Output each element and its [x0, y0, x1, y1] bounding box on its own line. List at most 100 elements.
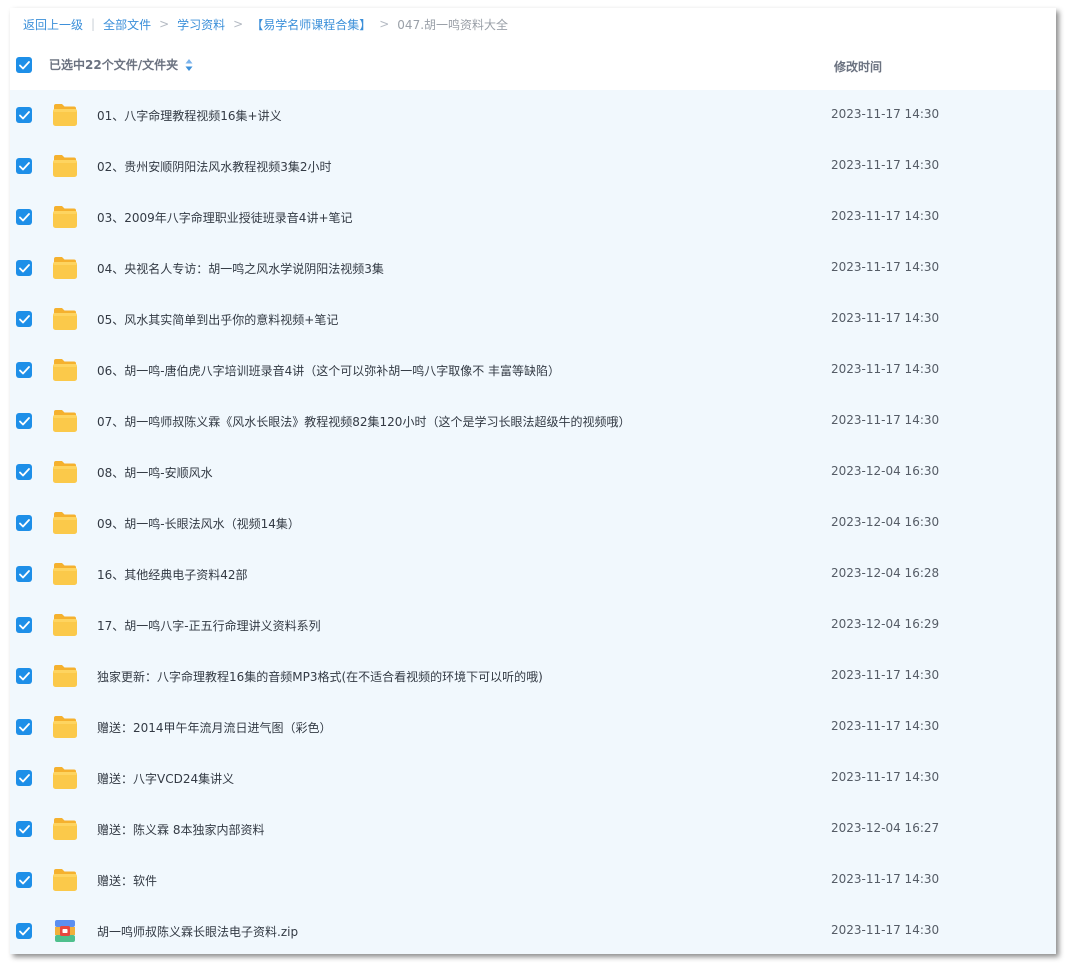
- file-browser-panel: 返回上一级 | 全部文件 > 学习资料 > 【易学名师课程合集】 > 047.胡…: [10, 8, 1056, 954]
- file-modified-time: 2023-11-17 14:30: [831, 872, 940, 886]
- row-checkbox[interactable]: [16, 107, 32, 123]
- file-row[interactable]: 07、胡一鸣师叔陈义霖《风水长眼法》教程视频82集120小时（这个是学习长眼法超…: [10, 396, 1056, 447]
- file-row[interactable]: 06、胡一鸣-唐伯虎八字培训班录音4讲（这个可以弥补胡一鸣八字取像不 丰富等缺陷…: [10, 345, 1056, 396]
- row-checkbox[interactable]: [16, 770, 32, 786]
- checkmark-icon: [18, 416, 30, 425]
- checkmark-icon: [18, 110, 30, 119]
- file-row[interactable]: 胡一鸣师叔陈义霖长眼法电子资料.zip 2023-11-17 14:30: [10, 906, 1056, 954]
- breadcrumb-study[interactable]: 学习资料: [177, 16, 225, 33]
- file-row[interactable]: 赠送：陈义霖 8本独家内部资料 2023-12-04 16:27: [10, 804, 1056, 855]
- row-checkbox[interactable]: [16, 566, 32, 582]
- row-checkbox[interactable]: [16, 311, 32, 327]
- checkmark-icon: [18, 518, 30, 527]
- file-row[interactable]: 08、胡一鸣-安顺风水 2023-12-04 16:30: [10, 447, 1056, 498]
- modified-time-header[interactable]: 修改时间: [834, 58, 882, 75]
- breadcrumb-separator: >: [233, 17, 244, 31]
- row-checkbox[interactable]: [16, 464, 32, 480]
- file-name[interactable]: 17、胡一鸣八字-正五行命理讲义资料系列: [97, 617, 321, 634]
- breadcrumb-all-files[interactable]: 全部文件: [103, 16, 151, 33]
- row-checkbox[interactable]: [16, 209, 32, 225]
- file-name[interactable]: 09、胡一鸣-长眼法风水（视频14集）: [97, 515, 300, 532]
- folder-icon: [53, 563, 77, 585]
- file-row[interactable]: 03、2009年八字命理职业授徒班录音4讲+笔记 2023-11-17 14:30: [10, 192, 1056, 243]
- file-modified-time: 2023-11-17 14:30: [831, 107, 940, 121]
- row-checkbox[interactable]: [16, 668, 32, 684]
- file-name[interactable]: 01、八字命理教程视频16集+讲义: [97, 107, 282, 124]
- file-modified-time: 2023-12-04 16:28: [831, 566, 940, 580]
- checkmark-icon: [18, 569, 30, 578]
- folder-icon: [53, 461, 77, 483]
- row-checkbox[interactable]: [16, 719, 32, 735]
- file-name[interactable]: 赠送：2014甲午年流月流日进气图（彩色）: [97, 719, 332, 736]
- checkmark-icon: [18, 620, 30, 629]
- file-modified-time: 2023-11-17 14:30: [831, 668, 940, 682]
- row-checkbox[interactable]: [16, 260, 32, 276]
- checkmark-icon: [18, 161, 30, 170]
- folder-icon: [53, 818, 77, 840]
- file-list: 01、八字命理教程视频16集+讲义 2023-11-17 14:30 02、贵州安顺…: [10, 90, 1056, 954]
- checkmark-icon: [18, 722, 30, 731]
- file-row[interactable]: 09、胡一鸣-长眼法风水（视频14集） 2023-12-04 16:30: [10, 498, 1056, 549]
- folder-icon: [53, 206, 77, 228]
- checkmark-icon: [18, 824, 30, 833]
- file-name[interactable]: 胡一鸣师叔陈义霖长眼法电子资料.zip: [97, 923, 298, 940]
- file-name[interactable]: 06、胡一鸣-唐伯虎八字培训班录音4讲（这个可以弥补胡一鸣八字取像不 丰富等缺陷…: [97, 362, 560, 379]
- row-checkbox[interactable]: [16, 617, 32, 633]
- folder-icon: [53, 308, 77, 330]
- checkmark-icon: [18, 60, 30, 69]
- folder-icon: [53, 614, 77, 636]
- file-name[interactable]: 赠送：陈义霖 8本独家内部资料: [97, 821, 264, 838]
- sort-icon[interactable]: [185, 58, 193, 72]
- row-checkbox[interactable]: [16, 515, 32, 531]
- breadcrumb-current: 047.胡一鸣资料大全: [397, 17, 509, 32]
- file-name[interactable]: 05、风水其实简单到出乎你的意料视频+笔记: [97, 311, 338, 328]
- row-checkbox[interactable]: [16, 923, 32, 939]
- file-name[interactable]: 02、贵州安顺阴阳法风水教程视频3集2小时: [97, 158, 332, 175]
- row-checkbox[interactable]: [16, 821, 32, 837]
- row-checkbox[interactable]: [16, 872, 32, 888]
- file-row[interactable]: 赠送：八字VCD24集讲义 2023-11-17 14:30: [10, 753, 1056, 804]
- file-row[interactable]: 17、胡一鸣八字-正五行命理讲义资料系列 2023-12-04 16:29: [10, 600, 1056, 651]
- folder-icon: [53, 767, 77, 789]
- select-all-checkbox[interactable]: [16, 57, 32, 73]
- breadcrumb-course[interactable]: 【易学名师课程合集】: [251, 16, 371, 33]
- folder-icon: [53, 257, 77, 279]
- checkmark-icon: [18, 875, 30, 884]
- folder-icon: [53, 512, 77, 534]
- file-row[interactable]: 04、央视名人专访：胡一鸣之风水学说阴阳法视频3集 2023-11-17 14:3…: [10, 243, 1056, 294]
- file-row[interactable]: 赠送：软件 2023-11-17 14:30: [10, 855, 1056, 906]
- file-modified-time: 2023-11-17 14:30: [831, 311, 940, 325]
- breadcrumb: 返回上一级 | 全部文件 > 学习资料 > 【易学名师课程合集】 > 047.胡…: [23, 14, 508, 34]
- file-row[interactable]: 独家更新：八字命理教程16集的音频MP3格式(在不适合看视频的环境下可以听的哦)…: [10, 651, 1056, 702]
- file-row[interactable]: 01、八字命理教程视频16集+讲义 2023-11-17 14:30: [10, 90, 1056, 141]
- checkmark-icon: [18, 926, 30, 935]
- folder-icon: [53, 155, 77, 177]
- selected-count-label: 已选中22个文件/文件夹: [49, 58, 179, 72]
- file-row[interactable]: 16、其他经典电子资料42部 2023-12-04 16:28: [10, 549, 1056, 600]
- row-checkbox[interactable]: [16, 362, 32, 378]
- file-row[interactable]: 02、贵州安顺阴阳法风水教程视频3集2小时 2023-11-17 14:30: [10, 141, 1056, 192]
- file-name[interactable]: 07、胡一鸣师叔陈义霖《风水长眼法》教程视频82集120小时（这个是学习长眼法超…: [97, 413, 630, 430]
- file-modified-time: 2023-12-04 16:27: [831, 821, 940, 835]
- checkmark-icon: [18, 263, 30, 272]
- file-name[interactable]: 赠送：八字VCD24集讲义: [97, 770, 234, 787]
- back-link[interactable]: 返回上一级: [23, 16, 83, 33]
- file-name[interactable]: 04、央视名人专访：胡一鸣之风水学说阴阳法视频3集: [97, 260, 384, 277]
- file-name[interactable]: 赠送：软件: [97, 872, 157, 889]
- row-checkbox[interactable]: [16, 413, 32, 429]
- checkmark-icon: [18, 365, 30, 374]
- row-checkbox[interactable]: [16, 158, 32, 174]
- file-name[interactable]: 03、2009年八字命理职业授徒班录音4讲+笔记: [97, 209, 353, 226]
- file-name[interactable]: 16、其他经典电子资料42部: [97, 566, 248, 583]
- breadcrumb-separator: >: [159, 17, 170, 31]
- file-modified-time: 2023-11-17 14:30: [831, 413, 940, 427]
- file-row[interactable]: 赠送：2014甲午年流月流日进气图（彩色） 2023-11-17 14:30: [10, 702, 1056, 753]
- folder-icon: [53, 716, 77, 738]
- zip-file-icon: [55, 920, 75, 942]
- file-modified-time: 2023-11-17 14:30: [831, 158, 940, 172]
- file-name[interactable]: 独家更新：八字命理教程16集的音频MP3格式(在不适合看视频的环境下可以听的哦): [97, 668, 543, 685]
- folder-icon: [53, 665, 77, 687]
- checkmark-icon: [18, 467, 30, 476]
- file-row[interactable]: 05、风水其实简单到出乎你的意料视频+笔记 2023-11-17 14:30: [10, 294, 1056, 345]
- file-name[interactable]: 08、胡一鸣-安顺风水: [97, 464, 213, 481]
